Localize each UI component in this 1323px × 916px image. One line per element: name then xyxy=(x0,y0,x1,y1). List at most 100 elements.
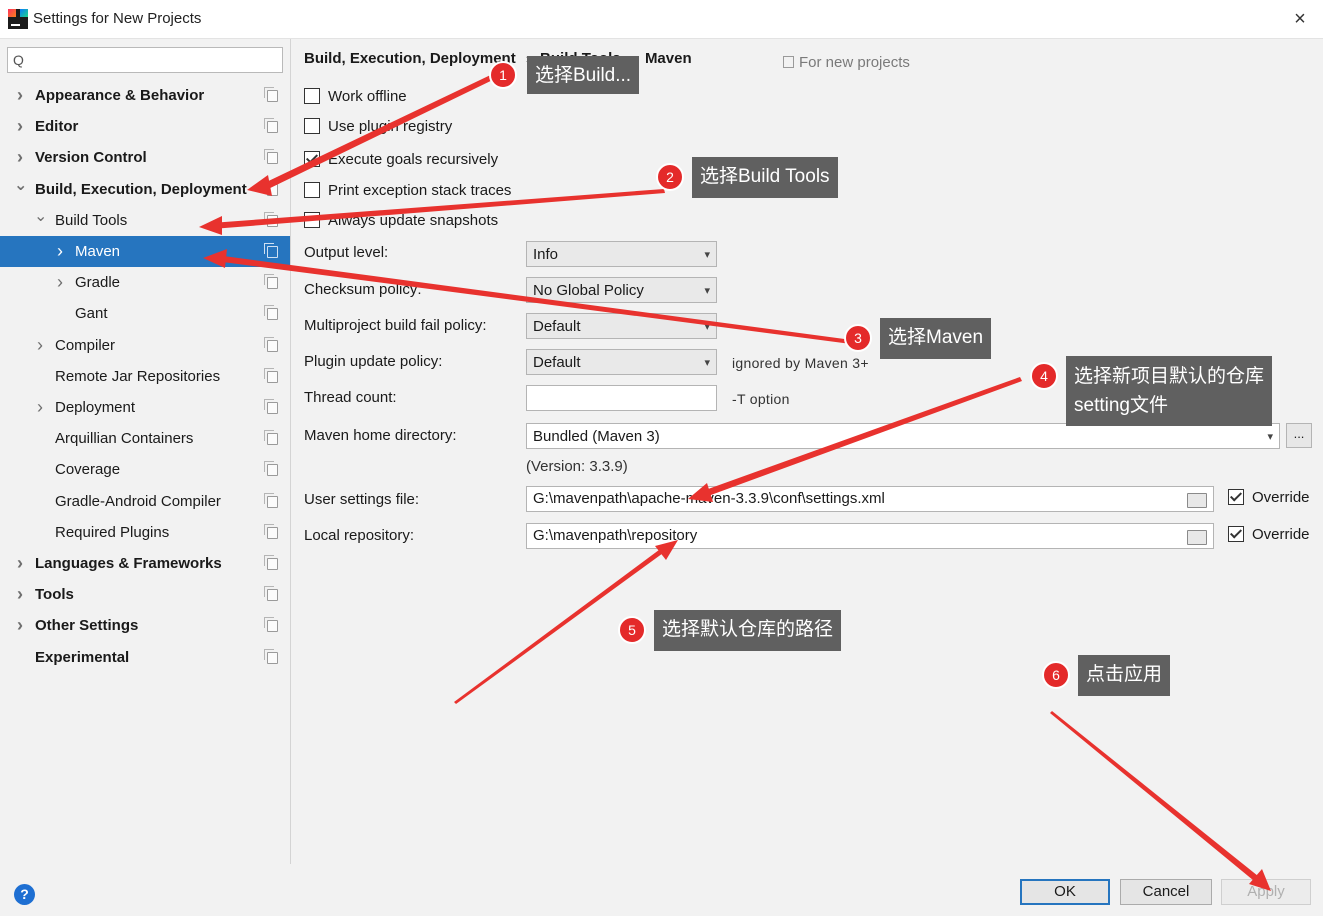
sidebar-item-label: Arquillian Containers xyxy=(55,430,194,448)
plugin-update-policy-select[interactable]: Default ▾ xyxy=(526,349,717,375)
close-icon[interactable]: × xyxy=(1287,6,1313,32)
local-repository-override-checkbox[interactable]: Override xyxy=(1228,524,1310,546)
input-value: G:\mavenpath\repository xyxy=(533,527,698,544)
page-icon xyxy=(264,305,278,321)
work-offline-checkbox[interactable]: Work offline xyxy=(304,86,407,108)
annotation-1: 1 选择Build... xyxy=(489,56,640,94)
local-repository-input[interactable]: G:\mavenpath\repository xyxy=(526,523,1214,549)
page-icon xyxy=(264,399,278,414)
checkbox[interactable] xyxy=(304,212,320,228)
chevron-right-icon[interactable]: › xyxy=(14,80,26,111)
sidebar-item-gant[interactable]: Gant xyxy=(0,298,290,329)
sidebar-item-required-plugins[interactable]: Required Plugins xyxy=(0,517,290,548)
sidebar-item-label: Editor xyxy=(35,118,79,136)
checkbox-checked[interactable] xyxy=(1228,526,1244,542)
sidebar-item-compiler[interactable]: › Compiler xyxy=(0,330,290,361)
sidebar-item-gradle-android-compiler[interactable]: Gradle-Android Compiler xyxy=(0,486,290,517)
checkbox[interactable] xyxy=(304,182,320,198)
annotation-text: 点击应用 xyxy=(1086,664,1163,685)
ok-button[interactable]: OK xyxy=(1020,879,1110,905)
sidebar-item-arquillian-containers[interactable]: Arquillian Containers xyxy=(0,423,290,454)
checkbox[interactable] xyxy=(304,118,320,134)
print-exception-stack-traces-checkbox[interactable]: Print exception stack traces xyxy=(304,180,511,202)
output-level-select[interactable]: Info ▾ xyxy=(526,241,717,267)
select-value: Default xyxy=(533,354,581,371)
maven-home-select[interactable]: Bundled (Maven 3) ▾ xyxy=(526,423,1280,449)
annotation-text: 选择Build Tools xyxy=(700,166,830,187)
sidebar-item-label: Other Settings xyxy=(35,617,139,635)
page-icon xyxy=(264,586,278,602)
annotation-2: 2 选择Build Tools xyxy=(656,157,838,198)
checkbox[interactable] xyxy=(304,88,320,104)
checkbox-label: Override xyxy=(1252,489,1310,506)
search-input[interactable]: Q xyxy=(7,47,283,73)
page-icon xyxy=(264,336,278,352)
apply-button[interactable]: Apply xyxy=(1221,879,1311,905)
chevron-right-icon[interactable]: › xyxy=(34,330,46,361)
chevron-right-icon[interactable]: › xyxy=(54,236,66,267)
execute-goals-recursively-checkbox[interactable]: Execute goals recursively xyxy=(304,149,498,171)
chevron-down-icon: ▾ xyxy=(704,249,710,261)
sidebar-item-label: Languages & Frameworks xyxy=(35,555,222,572)
chevron-down-icon[interactable]: ⌄ xyxy=(14,174,27,205)
user-settings-input[interactable]: G:\mavenpath\apache-maven-3.3.9\conf\set… xyxy=(526,486,1214,512)
use-plugin-registry-checkbox[interactable]: Use plugin registry xyxy=(304,116,452,138)
checkbox-checked[interactable] xyxy=(304,151,320,167)
sidebar-item-remote-jar-repositories[interactable]: Remote Jar Repositories xyxy=(0,361,290,392)
chevron-right-icon[interactable]: › xyxy=(54,267,66,298)
chevron-down-icon: ▾ xyxy=(704,321,710,333)
chevron-right-icon[interactable]: › xyxy=(14,111,26,142)
multiproject-fail-policy-select[interactable]: Default ▾ xyxy=(526,313,717,339)
chevron-right-icon[interactable]: › xyxy=(34,392,46,423)
thread-count-input[interactable] xyxy=(526,385,717,411)
chevron-right-icon[interactable]: › xyxy=(14,610,26,641)
user-settings-override-checkbox[interactable]: Override xyxy=(1228,487,1310,509)
sidebar-item-experimental[interactable]: Experimental xyxy=(0,642,290,673)
breadcrumb-item: Build, Execution, Deployment xyxy=(304,50,516,67)
sidebar-item-build-tools[interactable]: ⌄ Build Tools xyxy=(0,205,290,236)
sidebar-item-maven[interactable]: › Maven xyxy=(0,236,290,267)
sidebar-item-appearance-behavior[interactable]: › Appearance & Behavior xyxy=(0,80,290,111)
cancel-button[interactable]: Cancel xyxy=(1120,879,1212,905)
sidebar-item-version-control[interactable]: › Version Control xyxy=(0,142,290,173)
thread-count-label: Thread count: xyxy=(304,389,397,406)
page-icon xyxy=(264,274,278,290)
sidebar-item-tools[interactable]: › Tools xyxy=(0,579,290,610)
sidebar-item-label: Build Tools xyxy=(55,211,128,229)
output-level-label: Output level: xyxy=(304,244,389,261)
chevron-down-icon: ▾ xyxy=(704,357,710,369)
folder-icon[interactable] xyxy=(1187,530,1207,545)
select-value: No Global Policy xyxy=(533,282,644,299)
annotation-text: setting文件 xyxy=(1074,395,1168,416)
page-icon xyxy=(264,617,278,633)
help-icon[interactable]: ? xyxy=(14,884,35,905)
maven-home-label: Maven home directory: xyxy=(304,427,457,444)
folder-icon[interactable] xyxy=(1187,493,1207,508)
checkbox-checked[interactable] xyxy=(1228,489,1244,505)
chevron-down-icon[interactable]: ⌄ xyxy=(34,205,47,236)
sidebar-item-label: Compiler xyxy=(55,336,116,354)
annotation-badge: 6 xyxy=(1042,661,1070,689)
browse-button[interactable]: ... xyxy=(1286,423,1312,448)
sidebar-item-build-execution-deployment[interactable]: ⌄ Build, Execution, Deployment xyxy=(0,174,290,205)
chevron-right-icon[interactable]: › xyxy=(14,548,26,579)
sidebar-item-label: Tools xyxy=(35,586,74,604)
window-title: Settings for New Projects xyxy=(33,10,202,27)
sidebar-item-label: Deployment xyxy=(55,399,136,416)
sidebar-item-deployment[interactable]: › Deployment xyxy=(0,392,290,423)
annotation-text: 选择Maven xyxy=(888,327,984,348)
chevron-right-icon[interactable]: › xyxy=(14,579,26,610)
annotation-badge: 5 xyxy=(618,616,646,644)
sidebar-item-gradle[interactable]: › Gradle xyxy=(0,267,290,298)
checksum-policy-select[interactable]: No Global Policy ▾ xyxy=(526,277,717,303)
sidebar-item-editor[interactable]: › Editor xyxy=(0,111,290,142)
sidebar-item-languages-frameworks[interactable]: › Languages & Frameworks xyxy=(0,548,290,579)
sidebar-item-other-settings[interactable]: › Other Settings xyxy=(0,610,290,641)
page-icon xyxy=(264,430,278,446)
annotation-badge: 1 xyxy=(489,61,517,89)
sidebar-item-coverage[interactable]: Coverage xyxy=(0,454,290,485)
chevron-right-icon[interactable]: › xyxy=(14,142,26,173)
annotation-3: 3 选择Maven xyxy=(844,318,992,359)
annotation-badge: 4 xyxy=(1030,362,1058,390)
always-update-snapshots-checkbox[interactable]: Always update snapshots xyxy=(304,210,498,232)
